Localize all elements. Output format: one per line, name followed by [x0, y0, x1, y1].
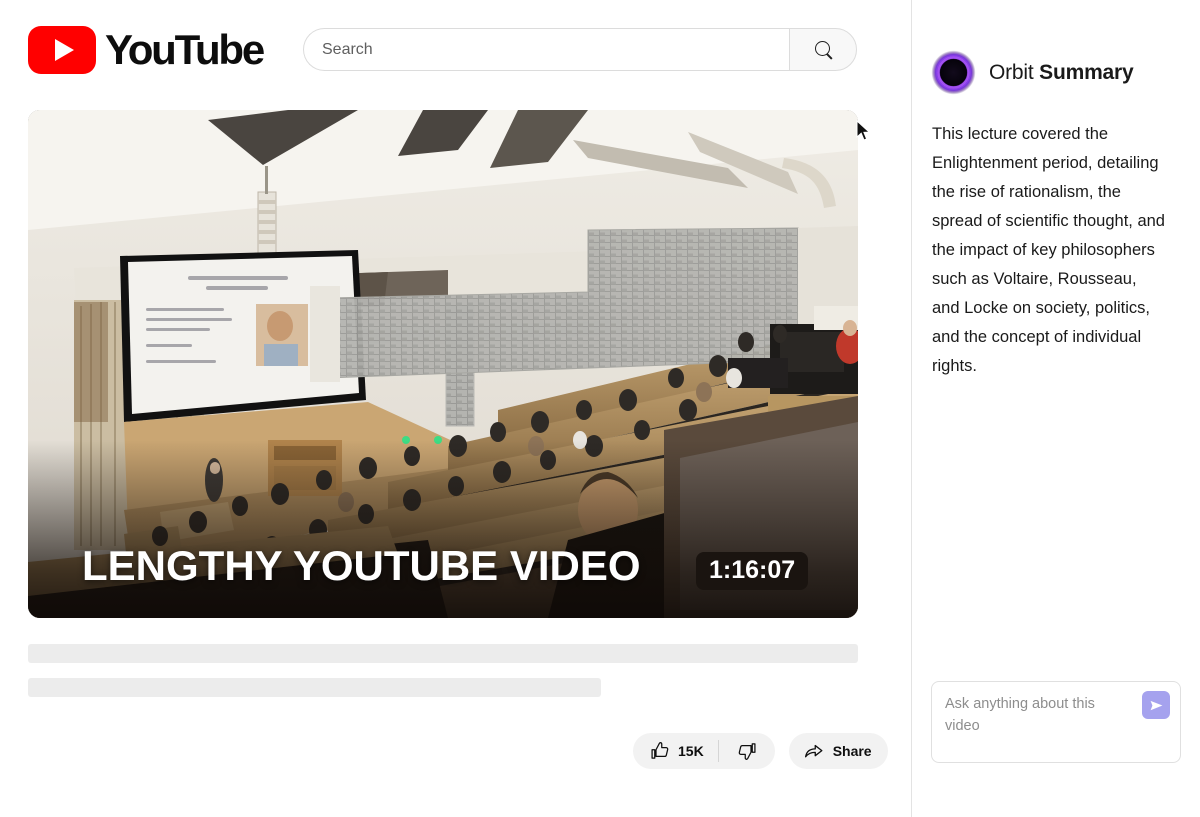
youtube-orbit-summary-page: YouTube Search LENGTHY YOUTUBE VIDEO 1:1… — [0, 0, 1200, 817]
like-dislike-group: 15K — [633, 733, 775, 769]
ask-input-container[interactable]: Ask anything about this video — [931, 681, 1181, 763]
youtube-logo[interactable]: YouTube — [28, 26, 265, 74]
orbit-title-bold: Summary — [1039, 60, 1134, 84]
thumbs-up-icon — [651, 742, 669, 759]
orbit-title: Orbit Summary — [989, 60, 1134, 85]
video-overlay-title: LENGTHY YOUTUBE VIDEO — [82, 542, 641, 589]
search-placeholder: Search — [322, 40, 373, 58]
search-bar: Search — [303, 28, 857, 71]
search-button[interactable] — [789, 28, 857, 71]
share-arrow-icon — [804, 744, 823, 757]
send-button[interactable] — [1142, 691, 1170, 719]
like-count: 15K — [678, 743, 704, 759]
orbit-summary-text: This lecture covered the Enlightenment p… — [932, 125, 1165, 375]
orbit-sphere-icon — [931, 50, 976, 95]
youtube-content-column: YouTube Search LENGTHY YOUTUBE VIDEO 1:1… — [0, 0, 911, 817]
search-input[interactable]: Search — [303, 28, 789, 71]
video-thumbnail[interactable]: LENGTHY YOUTUBE VIDEO 1:16:07 — [28, 110, 858, 618]
like-button[interactable]: 15K — [633, 733, 718, 769]
orbit-title-light: Orbit — [989, 60, 1034, 84]
orbit-header: Orbit Summary — [931, 50, 1134, 95]
youtube-play-badge-icon — [28, 26, 96, 74]
ask-input-placeholder: Ask anything about this video — [945, 696, 1095, 734]
dislike-button[interactable] — [719, 733, 775, 769]
play-triangle-icon — [55, 39, 74, 61]
orbit-summary-panel: Orbit Summary This lecture covered the E… — [912, 0, 1200, 817]
meta-skeleton — [28, 678, 601, 697]
mouse-pointer-icon — [856, 120, 871, 141]
video-action-row: 15K Share — [633, 733, 888, 769]
search-icon — [814, 41, 832, 58]
video-duration-badge: 1:16:07 — [696, 551, 809, 590]
thumbs-down-icon — [738, 743, 756, 760]
send-arrow-icon — [1150, 700, 1162, 710]
share-label: Share — [832, 743, 872, 759]
youtube-wordmark: YouTube — [105, 26, 265, 73]
share-button[interactable]: Share — [788, 733, 888, 769]
title-skeleton — [28, 644, 858, 663]
